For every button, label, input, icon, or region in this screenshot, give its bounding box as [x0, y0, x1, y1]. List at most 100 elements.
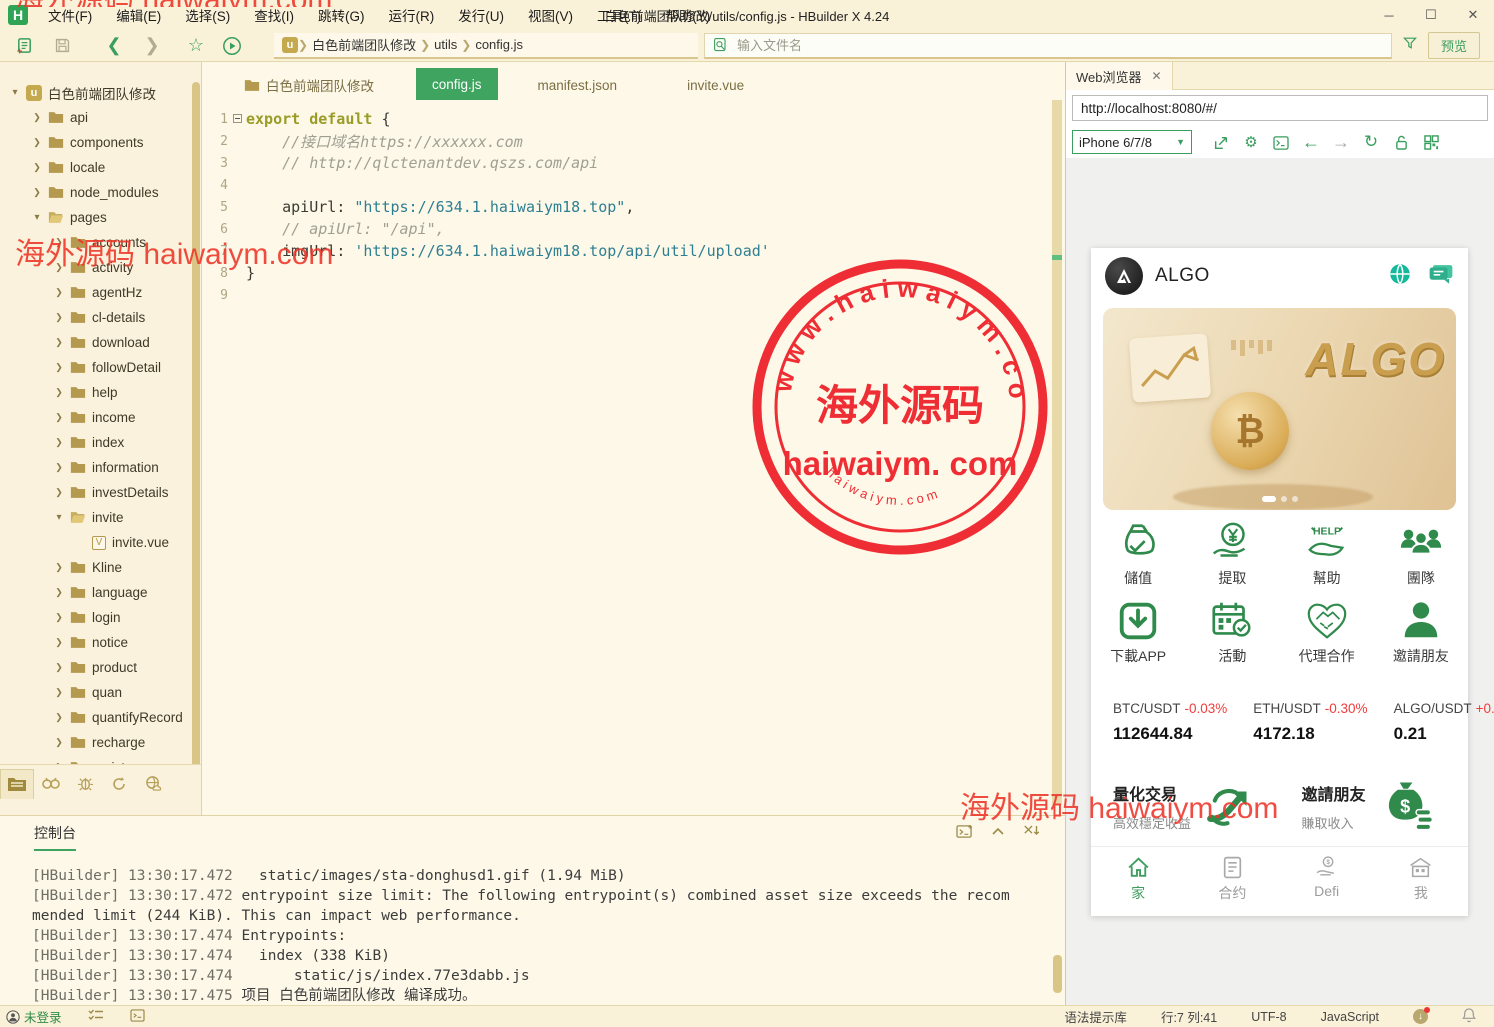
- nav-item-defi[interactable]: $Defi: [1280, 855, 1374, 908]
- tree-item[interactable]: ❯help: [0, 380, 192, 405]
- editor-tab-[interactable]: 白色前端团队修改: [228, 70, 390, 100]
- tree-chevron-icon[interactable]: ❯: [52, 737, 66, 748]
- tree-item[interactable]: ❯income: [0, 405, 192, 430]
- tree-chevron-icon[interactable]: ❯: [52, 312, 66, 323]
- menu-item[interactable]: 编辑(E): [106, 2, 171, 28]
- tree-item[interactable]: ▾invite: [0, 505, 192, 530]
- preview-button[interactable]: 预览: [1428, 32, 1480, 59]
- quick-action-withdraw[interactable]: 提取: [1185, 520, 1279, 598]
- banner-image[interactable]: ₿ ALGO: [1103, 308, 1456, 510]
- tree-item[interactable]: ❯index: [0, 430, 192, 455]
- quick-action-moneybag[interactable]: 儲值: [1091, 520, 1185, 598]
- quick-action-download[interactable]: 下載APP: [1091, 598, 1185, 676]
- sync-view-icon[interactable]: [102, 769, 136, 799]
- tree-chevron-icon[interactable]: ❯: [52, 587, 66, 598]
- menu-item[interactable]: 查找(I): [244, 2, 304, 28]
- language-mode[interactable]: JavaScript: [1321, 1010, 1379, 1024]
- save-icon[interactable]: [48, 34, 76, 58]
- menu-item[interactable]: 选择(S): [175, 2, 240, 28]
- close-button[interactable]: ✕: [1452, 1, 1494, 29]
- tree-chevron-icon[interactable]: ❯: [52, 437, 66, 448]
- editor-tab-config.js[interactable]: config.js: [416, 68, 498, 100]
- console-icon[interactable]: [1266, 134, 1296, 151]
- quick-action-handshake[interactable]: 代理合作: [1280, 598, 1374, 676]
- tree-chevron-icon[interactable]: ▾: [8, 87, 22, 98]
- maximize-button[interactable]: ☐: [1410, 1, 1452, 29]
- editor-tab-invite.vue[interactable]: invite.vue: [671, 70, 760, 100]
- syntax-lib-status[interactable]: 语法提示库: [1064, 1007, 1127, 1026]
- files-view-icon[interactable]: [0, 769, 34, 799]
- tree-chevron-icon[interactable]: ❯: [52, 562, 66, 573]
- ticker-item[interactable]: ALGO/USDT+0.28%0.21: [1394, 700, 1494, 744]
- url-input[interactable]: [1072, 95, 1488, 121]
- tree-item[interactable]: ❯components: [0, 130, 192, 155]
- tree-chevron-icon[interactable]: ❯: [30, 137, 44, 148]
- code-area[interactable]: 1export default {2 //接口域名https://xxxxxx.…: [202, 108, 770, 306]
- tree-item[interactable]: ▾u白色前端团队修改: [0, 80, 192, 105]
- tree-item[interactable]: ❯followDetail: [0, 355, 192, 380]
- tree-item[interactable]: ❯accounts: [0, 230, 192, 255]
- tree-chevron-icon[interactable]: ❯: [52, 462, 66, 473]
- quick-action-team[interactable]: 團隊: [1374, 520, 1468, 598]
- chat-icon[interactable]: [1428, 263, 1454, 290]
- settings-gear-icon[interactable]: ⚙: [1236, 133, 1266, 151]
- menu-item[interactable]: 跳转(G): [308, 2, 375, 28]
- tree-item[interactable]: ❯activity: [0, 255, 192, 280]
- terminal-status-icon[interactable]: [130, 1009, 145, 1025]
- tree-chevron-icon[interactable]: ❯: [52, 662, 66, 673]
- menu-item[interactable]: 文件(F): [38, 2, 102, 28]
- tree-chevron-icon[interactable]: ❯: [52, 262, 66, 273]
- fold-marker[interactable]: [228, 113, 246, 126]
- breadcrumb[interactable]: u ❯ 白色前端团队修改 ❯ utils ❯ config.js: [274, 33, 698, 59]
- tree-item[interactable]: ❯Kline: [0, 555, 192, 580]
- menu-item[interactable]: 工具(T): [587, 2, 651, 28]
- sidebar-scrollbar[interactable]: [192, 82, 200, 772]
- lock-icon[interactable]: [1386, 134, 1416, 151]
- tree-item[interactable]: ▾pages: [0, 205, 192, 230]
- tree-chevron-icon[interactable]: ❯: [52, 362, 66, 373]
- nav-back-icon[interactable]: ←: [1296, 132, 1326, 153]
- tree-item[interactable]: ❯download: [0, 330, 192, 355]
- tree-item[interactable]: ❯login: [0, 605, 192, 630]
- feature-card[interactable]: 量化交易高效穩定收益: [1091, 762, 1280, 850]
- tree-item[interactable]: ❯investDetails: [0, 480, 192, 505]
- feature-card[interactable]: 邀請朋友賺取收入$: [1280, 762, 1469, 850]
- tree-item[interactable]: ❯locale: [0, 155, 192, 180]
- tree-item[interactable]: ❯product: [0, 655, 192, 680]
- ticker-item[interactable]: BTC/USDT-0.03%112644.84: [1113, 700, 1227, 744]
- clear-close-icon[interactable]: [1023, 824, 1041, 844]
- console-scrollbar[interactable]: [1053, 955, 1062, 993]
- tree-item[interactable]: ❯notice: [0, 630, 192, 655]
- qr-code-icon[interactable]: [1416, 134, 1446, 151]
- nav-item-home[interactable]: 家: [1091, 855, 1185, 908]
- nav-item-contract[interactable]: 合约: [1185, 855, 1279, 908]
- nav-item-bank[interactable]: 我: [1374, 855, 1468, 908]
- device-selector[interactable]: iPhone 6/7/8 ▼: [1072, 130, 1192, 154]
- tree-item[interactable]: ❯recharge: [0, 730, 192, 755]
- tree-item[interactable]: Vinvite.vue: [0, 530, 192, 555]
- tree-item[interactable]: ❯quantifyRecord: [0, 705, 192, 730]
- update-icon[interactable]: ↓: [1413, 1009, 1428, 1024]
- refresh-icon[interactable]: ↻: [1356, 132, 1386, 152]
- tree-chevron-icon[interactable]: ❯: [30, 187, 44, 198]
- forward-icon[interactable]: ❯: [138, 34, 166, 58]
- tree-chevron-icon[interactable]: ❯: [52, 387, 66, 398]
- carousel-dots[interactable]: [1262, 496, 1298, 502]
- tree-chevron-icon[interactable]: ❯: [52, 712, 66, 723]
- breadcrumb-project[interactable]: 白色前端团队修改: [312, 35, 416, 54]
- web-view-icon[interactable]: [136, 769, 170, 799]
- tree-chevron-icon[interactable]: ❯: [30, 162, 44, 173]
- file-search-box[interactable]: [704, 33, 1392, 59]
- cursor-position[interactable]: 行:7 列:41: [1161, 1007, 1217, 1026]
- menu-item[interactable]: 运行(R): [379, 2, 445, 28]
- search-view-icon[interactable]: [34, 769, 68, 799]
- minimize-button[interactable]: ─: [1368, 1, 1410, 29]
- breadcrumb-file[interactable]: config.js: [475, 37, 523, 52]
- tree-chevron-icon[interactable]: ❯: [52, 287, 66, 298]
- breadcrumb-utils[interactable]: utils: [434, 37, 457, 52]
- task-list-icon[interactable]: [88, 1009, 104, 1025]
- tree-chevron-icon[interactable]: ❯: [30, 112, 44, 123]
- favorite-star-icon[interactable]: ☆: [182, 34, 210, 58]
- tree-item[interactable]: ❯api: [0, 105, 192, 130]
- console-tab[interactable]: 控制台: [34, 823, 76, 851]
